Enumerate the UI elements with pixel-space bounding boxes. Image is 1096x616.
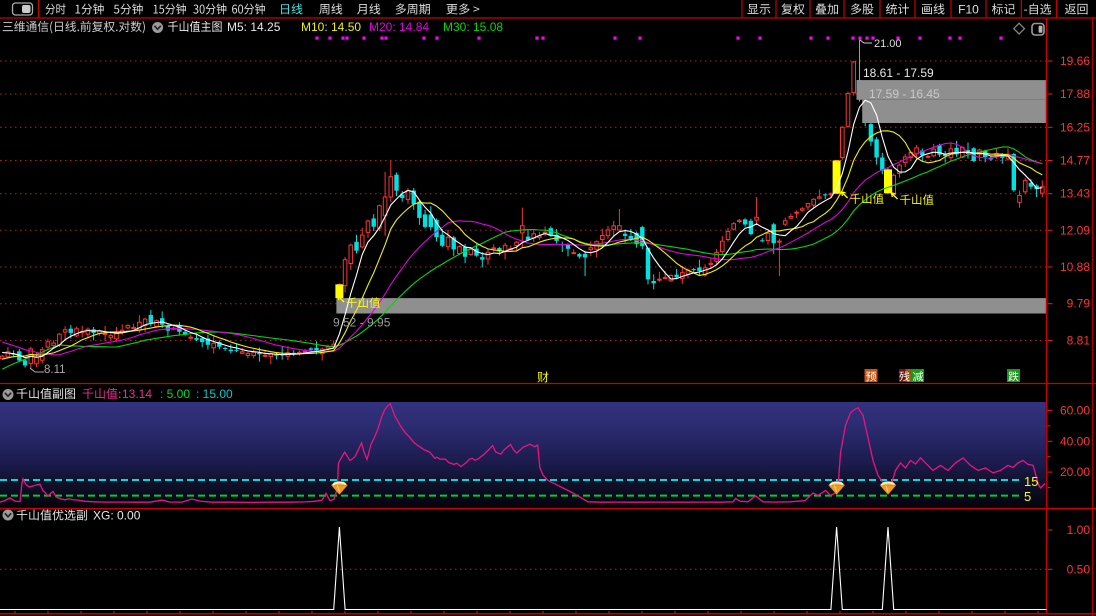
svg-text:14.77: 14.77 [1060,154,1090,168]
svg-text:20.00: 20.00 [1060,465,1090,479]
svg-text:13.43: 13.43 [1060,187,1090,201]
svg-text:16.25: 16.25 [1060,120,1090,134]
svg-text:13.14: 13.14 [122,387,152,401]
svg-text:8.11: 8.11 [44,364,66,376]
svg-text:M20: 14.84: M20: 14.84 [369,20,429,34]
svg-text:40.00: 40.00 [1060,434,1090,448]
svg-text:9.52 - 9.95: 9.52 - 9.95 [333,316,391,330]
svg-text:60.00: 60.00 [1060,403,1090,417]
svg-text:F10: F10 [958,3,979,17]
svg-text:M5: 14.25: M5: 14.25 [227,20,281,34]
svg-text:15: 15 [1024,474,1038,489]
svg-text:M30: 15.08: M30: 15.08 [443,20,503,34]
svg-text:XG: 0.00: XG: 0.00 [93,509,141,523]
svg-text:M10: 14.50: M10: 14.50 [301,20,361,34]
svg-text:9.79: 9.79 [1067,297,1091,311]
svg-text:5: 5 [1024,489,1031,504]
svg-text:17.88: 17.88 [1060,87,1090,101]
svg-text:: 15.00: : 15.00 [196,387,233,401]
svg-text:1.00: 1.00 [1067,523,1091,537]
svg-text:12.09: 12.09 [1060,223,1090,237]
svg-text:: 5.00: : 5.00 [160,387,190,401]
svg-text:8.81: 8.81 [1067,334,1091,348]
svg-text:0.50: 0.50 [1067,562,1091,576]
svg-text:21.00: 21.00 [874,38,902,50]
svg-text:10.88: 10.88 [1060,260,1090,274]
svg-text:19.66: 19.66 [1060,54,1090,68]
svg-text:18.61 - 17.59: 18.61 - 17.59 [863,66,934,80]
svg-text:17.59 - 16.45: 17.59 - 16.45 [869,87,940,101]
